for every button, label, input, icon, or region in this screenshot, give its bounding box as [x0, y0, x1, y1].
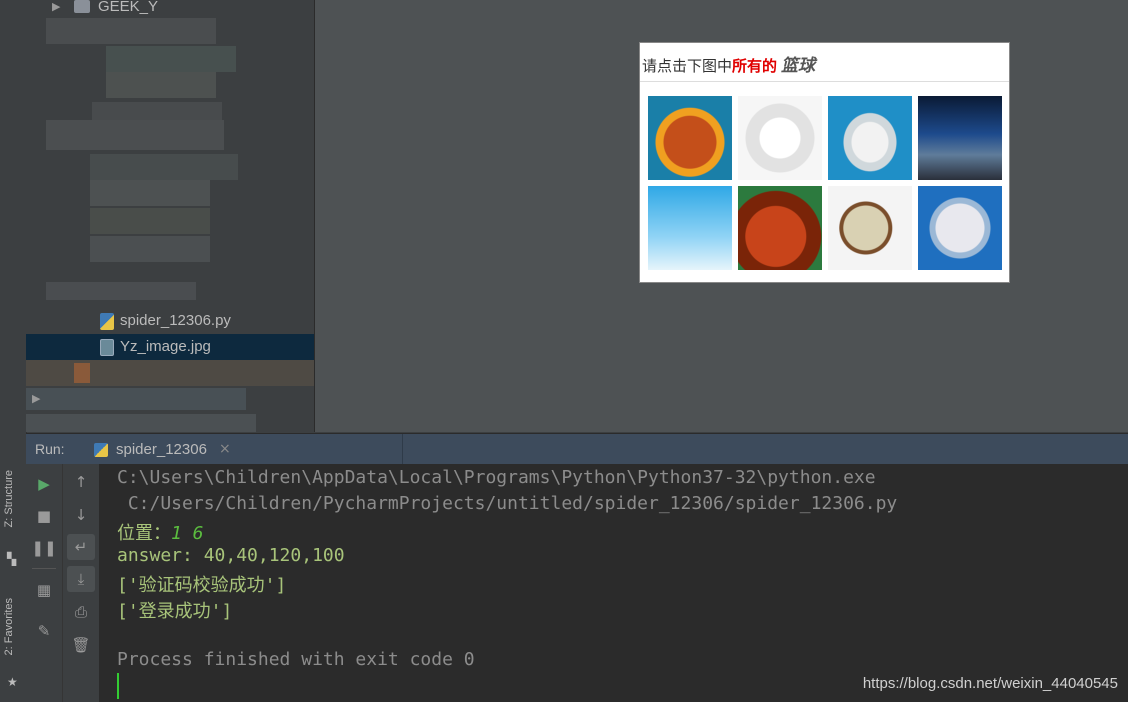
star-icon: ★ — [7, 675, 18, 689]
obscured-tree-row — [26, 388, 246, 410]
console-line: ['登录成功'] — [117, 601, 233, 622]
obscured-tree-row — [106, 46, 236, 72]
console-line: C:\Users\Children\AppData\Local\Programs… — [117, 467, 876, 488]
divider — [32, 568, 56, 569]
down-arrow-icon[interactable]: ↓ — [67, 502, 95, 528]
expand-arrow-icon[interactable]: ▶ — [32, 392, 40, 405]
rerun-icon[interactable]: ▶ — [30, 471, 58, 497]
run-tab-label: spider_12306 — [116, 441, 207, 458]
obscured-tree-row — [46, 282, 196, 300]
console-line-position: 位置：1 6 — [117, 519, 204, 545]
captcha-tile-cable — [738, 96, 822, 180]
run-panel-header: Run: spider_12306 × — [26, 433, 1128, 464]
pause-icon[interactable]: ❚❚ — [30, 535, 58, 561]
folder-icon — [74, 0, 90, 13]
position-value: 1 6 — [171, 523, 204, 544]
tree-file-row[interactable]: spider_12306.py — [26, 308, 314, 334]
captcha-tile-gong — [828, 186, 912, 270]
captcha-tile-pill-blister — [918, 186, 1002, 270]
obscured-tree-row — [90, 208, 210, 234]
captcha-prompt-highlight: 所有的 — [732, 58, 778, 75]
obscured-tree-row — [74, 363, 90, 383]
structure-icon: ▚ — [7, 552, 17, 566]
obscured-tree-row — [92, 102, 222, 120]
text-cursor — [117, 673, 119, 699]
trash-icon[interactable]: 🗑 — [67, 632, 95, 658]
tree-file-label: spider_12306.py — [120, 312, 231, 329]
console-line: answer: 40,40,120,100 — [117, 545, 345, 566]
divider — [402, 434, 403, 464]
console-line: Process finished with exit code 0 — [117, 649, 475, 670]
captcha-prompt-keyword: 篮球 — [781, 56, 816, 76]
tree-file-label: Yz_image.jpg — [120, 338, 211, 355]
captcha-tile-basketball-burst — [648, 96, 732, 180]
run-toolbar-primary: ▶ ■ ❚❚ ▦ ✎ — [26, 464, 62, 702]
scroll-to-end-icon[interactable]: ⤓ — [67, 566, 95, 592]
left-tool-strip: ▚ Z: Structure 2: Favorites ★ — [0, 0, 27, 702]
stop-icon[interactable]: ■ — [30, 503, 58, 529]
print-icon[interactable]: ⎙ — [67, 599, 95, 625]
tree-scrollbar[interactable] — [300, 0, 314, 432]
run-label: Run: — [35, 441, 65, 457]
python-icon — [94, 443, 108, 457]
console-line: ['验证码校验成功'] — [117, 575, 287, 596]
python-file-icon — [100, 313, 114, 330]
soft-wrap-icon[interactable]: ↵ — [67, 534, 95, 560]
captcha-tile-plates — [828, 96, 912, 180]
captcha-tile-night-road — [918, 96, 1002, 180]
captcha-prompt-prefix: 请点击下图中 — [642, 58, 733, 75]
favorites-tab[interactable]: 2: Favorites — [3, 598, 15, 655]
pin-icon[interactable]: ✎ — [30, 618, 58, 644]
image-file-icon — [100, 339, 114, 356]
obscured-tree-row — [106, 72, 216, 98]
tree-root-row[interactable]: ▶ GEEK_Y — [26, 0, 314, 20]
tree-root-label: GEEK_Y — [98, 0, 159, 15]
layout-icon[interactable]: ▦ — [30, 577, 58, 603]
obscured-tree-row — [46, 18, 216, 44]
obscured-tree-row — [90, 236, 210, 262]
obscured-tree-row — [26, 360, 314, 386]
tree-file-row-selected[interactable]: Yz_image.jpg — [26, 334, 314, 360]
structure-tab[interactable]: Z: Structure — [3, 470, 15, 527]
captcha-image: 请点击下图中所有的 篮球 — [639, 42, 1010, 283]
obscured-tree-row — [46, 120, 224, 150]
console-output[interactable]: C:\Users\Children\AppData\Local\Programs… — [99, 464, 1128, 702]
up-arrow-icon[interactable]: ↑ — [67, 469, 95, 495]
watermark: https://blog.csdn.net/weixin_44040545 — [862, 675, 1118, 692]
expand-arrow-icon[interactable]: ▶ — [52, 0, 60, 20]
divider — [640, 81, 1009, 82]
obscured-tree-row — [90, 154, 238, 180]
project-tree: ▶ GEEK_Y spider_12306.py Yz_image.jpg ▶ — [26, 0, 314, 432]
close-icon[interactable]: × — [219, 441, 231, 457]
run-tab[interactable]: spider_12306 × — [88, 434, 402, 464]
captcha-prompt: 请点击下图中所有的 篮球 — [642, 51, 815, 76]
run-toolbar-secondary: ↑ ↓ ↵ ⤓ ⎙ 🗑 — [62, 464, 99, 702]
captcha-tile-street-lamp — [648, 186, 732, 270]
console-line: C:/Users/Children/PycharmProjects/untitl… — [117, 493, 898, 514]
position-label: 位置： — [117, 523, 171, 544]
obscured-tree-row — [26, 414, 256, 432]
captcha-tile-basketball-closeup — [738, 186, 822, 270]
obscured-tree-row — [90, 180, 210, 206]
